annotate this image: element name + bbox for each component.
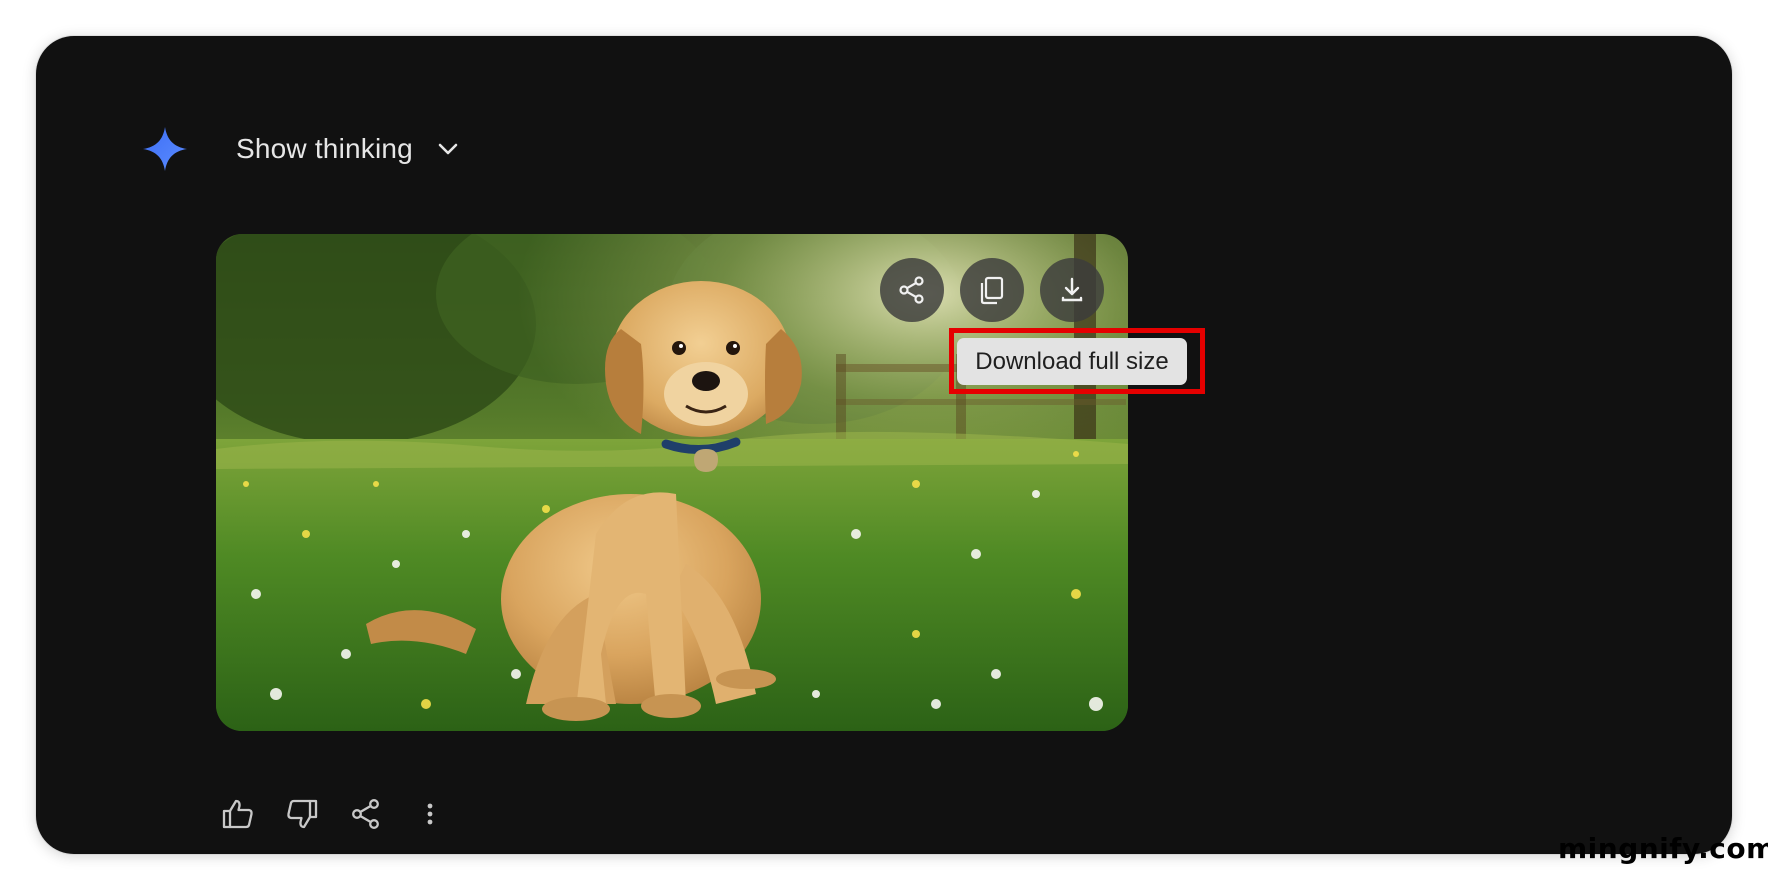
thumbs-up-button[interactable] (216, 792, 260, 836)
image-download-button[interactable] (1040, 258, 1104, 322)
image-share-button[interactable] (880, 258, 944, 322)
share-icon (352, 799, 379, 829)
generated-image[interactable] (216, 234, 1128, 731)
gemini-sparkle-icon (143, 127, 187, 171)
response-actions (216, 792, 472, 836)
thumbs-down-icon (287, 799, 318, 829)
watermark-text: mingnify.com (1558, 832, 1768, 865)
share-icon (899, 276, 924, 304)
show-thinking-toggle[interactable]: Show thinking (236, 133, 461, 165)
download-icon (1061, 277, 1083, 302)
share-response-button[interactable] (344, 792, 388, 836)
more-options-button[interactable] (408, 792, 452, 836)
show-thinking-label: Show thinking (236, 133, 413, 164)
thumbs-down-button[interactable] (280, 792, 324, 836)
chevron-down-icon (438, 143, 458, 155)
copy-icon (980, 276, 1004, 305)
response-header: Show thinking (142, 126, 461, 172)
more-vert-icon (427, 803, 433, 825)
image-copy-button[interactable] (960, 258, 1024, 322)
download-tooltip: Download full size (957, 338, 1187, 385)
thumbs-up-icon (222, 799, 253, 829)
